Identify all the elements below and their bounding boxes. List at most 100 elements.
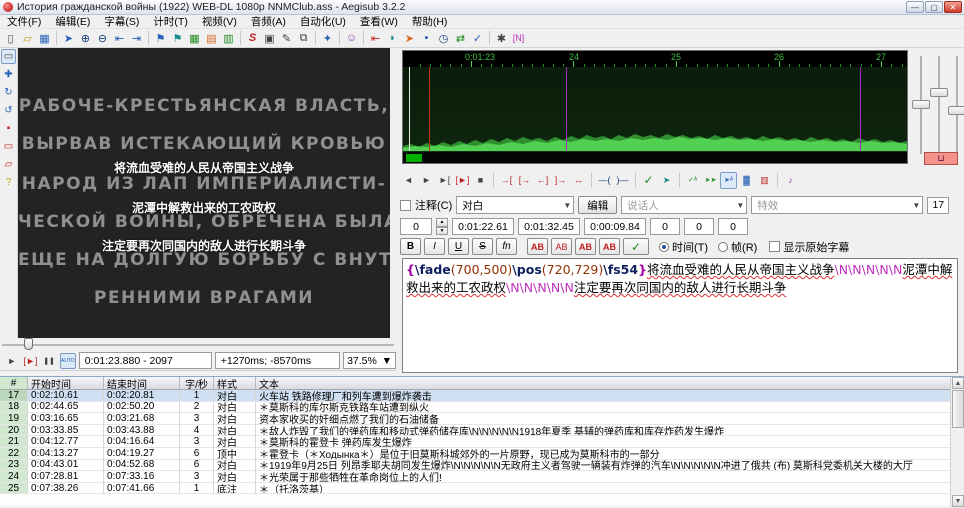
menu-edit[interactable]: 编辑(E) [48,15,97,29]
shadow-color-button[interactable]: AB [599,238,620,255]
play-selection-icon[interactable]: ►[ [436,172,453,189]
menu-automation[interactable]: 自动化(U) [293,15,353,29]
link-zoom-volume-button[interactable]: ⊔ [924,152,958,165]
lead-out-icon[interactable]: )― [614,172,631,189]
audio-waveform-display[interactable]: 0:01:23 24 25 26 27 [402,50,908,164]
rotate-xy-icon[interactable]: ↺ [1,103,16,118]
play-line-icon[interactable]: [►] [454,172,471,189]
zoom-out-icon[interactable]: ⊖ [94,30,111,47]
layer-input[interactable]: 0 [400,218,432,235]
vertical-zoom-slider[interactable] [938,56,940,154]
video-play-line-button[interactable]: [►] [23,353,39,369]
spectrum-toggle-icon[interactable]: ▓ [738,172,755,189]
close-button[interactable]: ✕ [944,1,962,13]
video-jump-end-icon[interactable]: ⇥ [128,30,145,47]
subtitle-text-edit[interactable]: {\fade(700,500)\pos(720,729)\fs54}将流血受难的… [402,258,958,373]
volume-thumb[interactable] [948,106,964,115]
commit-button[interactable]: ✓ [623,238,649,255]
primary-color-button[interactable]: AB [527,238,548,255]
horizontal-zoom-thumb[interactable] [912,100,930,109]
vertical-link-icon[interactable]: ▥ [756,172,773,189]
video-display[interactable]: РАБОЧЕ-КРЕСТЬЯНСКАЯ ВЛАСТЬ, ВЫРВАВ ИСТЕК… [18,48,390,338]
paste-over-icon[interactable]: ◗ [384,30,401,47]
subtitle-row[interactable]: 23 0:04:43.01 0:04:52.68 6 对白 ＊1919年9月25… [0,460,964,472]
col-header-cps[interactable]: 字/秒 [180,377,214,389]
vertical-zoom-thumb[interactable] [930,88,948,97]
outline-color-button[interactable]: AB [575,238,596,255]
video-jump-start-icon[interactable]: ⇤ [111,30,128,47]
menu-subtitle[interactable]: 字幕(S) [97,15,146,29]
end-time-input[interactable]: 0:01:32.45 [518,218,580,235]
subtitle-row[interactable]: 25 0:07:38.26 0:07:41.66 1 底注 ＊（托洛茨基） [0,483,964,495]
open-subtitles-icon[interactable]: ▱ [19,30,36,47]
jump-to-icon[interactable]: ➤ [60,30,77,47]
duration-input[interactable]: 0:00:09.84 [584,218,646,235]
open-video-icon[interactable]: ▤ [203,30,220,47]
translation-assistant-icon[interactable]: ☺ [343,30,360,47]
auto-next-icon[interactable]: ➤➤ [702,172,719,189]
menu-view[interactable]: 查看(W) [353,15,405,29]
bold-button[interactable]: B [400,238,421,255]
scroll-down-icon[interactable]: ▼ [952,495,964,507]
video-auto-seek-toggle[interactable]: AUTO [60,353,76,369]
maximize-button[interactable]: ▢ [925,1,943,13]
vector-clip-icon[interactable]: ▱ [1,157,16,172]
video-pause-button[interactable]: ❚❚ [41,353,57,369]
karaoke-mode-icon[interactable]: ♪ [782,172,799,189]
video-details-icon[interactable]: ▦ [186,30,203,47]
menu-audio[interactable]: 音频(A) [244,15,293,29]
play-last-500-icon[interactable]: ←] [534,172,551,189]
stepper-up-icon[interactable]: ▲ [436,218,448,227]
select-lines-icon[interactable]: ➤ [401,30,418,47]
play-to-end-icon[interactable]: ↔ [570,172,587,189]
margin-right-input[interactable]: 0 [684,218,714,235]
timing-postprocessor-icon[interactable]: ◷ [435,30,452,47]
menu-help[interactable]: 帮助(H) [405,15,455,29]
col-header-start[interactable]: 开始时间 [28,377,104,389]
video-play-button[interactable]: ► [4,353,20,369]
rotate-z-icon[interactable]: ↻ [1,85,16,100]
auto-scroll-icon[interactable]: ➤ᴬ [720,172,737,189]
stepper-down-icon[interactable]: ▼ [436,227,448,236]
zoom-in-icon[interactable]: ⊕ [77,30,94,47]
kanji-timer-icon[interactable]: ⇄ [452,30,469,47]
seek-thumb[interactable] [24,338,33,350]
col-header-style[interactable]: 样式 [214,377,256,389]
strikeout-button[interactable]: S [472,238,493,255]
subtitle-row[interactable]: 21 0:04:12.77 0:04:16.64 3 对白 ＊莫斯科的霍登卡 弹… [0,436,964,448]
automation-icon[interactable]: ✦ [319,30,336,47]
save-subtitles-icon[interactable]: ▦ [36,30,53,47]
time-mode-radio[interactable] [659,242,669,252]
subtitle-row[interactable]: 20 0:03:33.85 0:03:43.88 4 对白 ＊敌人炸毁了我们的弹… [0,425,964,437]
actor-select[interactable]: 说话人 ▼ [621,196,747,214]
minimize-button[interactable]: — [906,1,924,13]
open-audio-icon[interactable]: ▥ [220,30,237,47]
menu-video[interactable]: 视频(V) [195,15,244,29]
auto-commit-icon[interactable]: ✓ᴬ [684,172,701,189]
help-icon[interactable]: ? [1,175,16,190]
subtitle-row[interactable]: 19 0:03:16.65 0:03:21.68 3 对白 资本家收买的奸细点燃… [0,413,964,425]
margin-left-input[interactable]: 0 [650,218,680,235]
grid-scrollbar[interactable]: ▲ ▼ [950,377,964,507]
new-subtitles-icon[interactable]: ▯ [2,30,19,47]
menu-timing[interactable]: 计时(T) [146,15,194,29]
scale-icon[interactable]: ▪ [1,121,16,136]
fonts-collector-icon[interactable]: ⧉ [295,30,312,47]
menu-file[interactable]: 文件(F) [0,15,48,29]
style-edit-button[interactable]: 编辑 [578,196,617,214]
shift-times-icon[interactable]: ⇤ [367,30,384,47]
subtitle-row[interactable]: 24 0:07:28.81 0:07:33.16 3 对白 ＊光荣属于那些牺牲在… [0,471,964,483]
underline-button[interactable]: U [448,238,469,255]
scroll-up-icon[interactable]: ▲ [952,377,964,389]
subtitle-row[interactable]: 18 0:02:44.65 0:02:50.20 2 对白 ＊莫斯科的库尔斯克铁… [0,402,964,414]
col-header-text[interactable]: 文本 [256,377,964,389]
snap-start-to-video-icon[interactable]: ⚑ [152,30,169,47]
goto-selection-icon[interactable]: ➤ [658,172,675,189]
selection-start-marker[interactable] [429,67,430,151]
play-500-before-icon[interactable]: →[ [498,172,515,189]
options-icon[interactable]: ✱ [493,30,510,47]
properties-icon[interactable]: ▣ [261,30,278,47]
audio-scroll-thumb[interactable] [406,154,422,162]
spell-checker-icon[interactable]: ✓ [469,30,486,47]
play-first-500-icon[interactable]: [→ [516,172,533,189]
